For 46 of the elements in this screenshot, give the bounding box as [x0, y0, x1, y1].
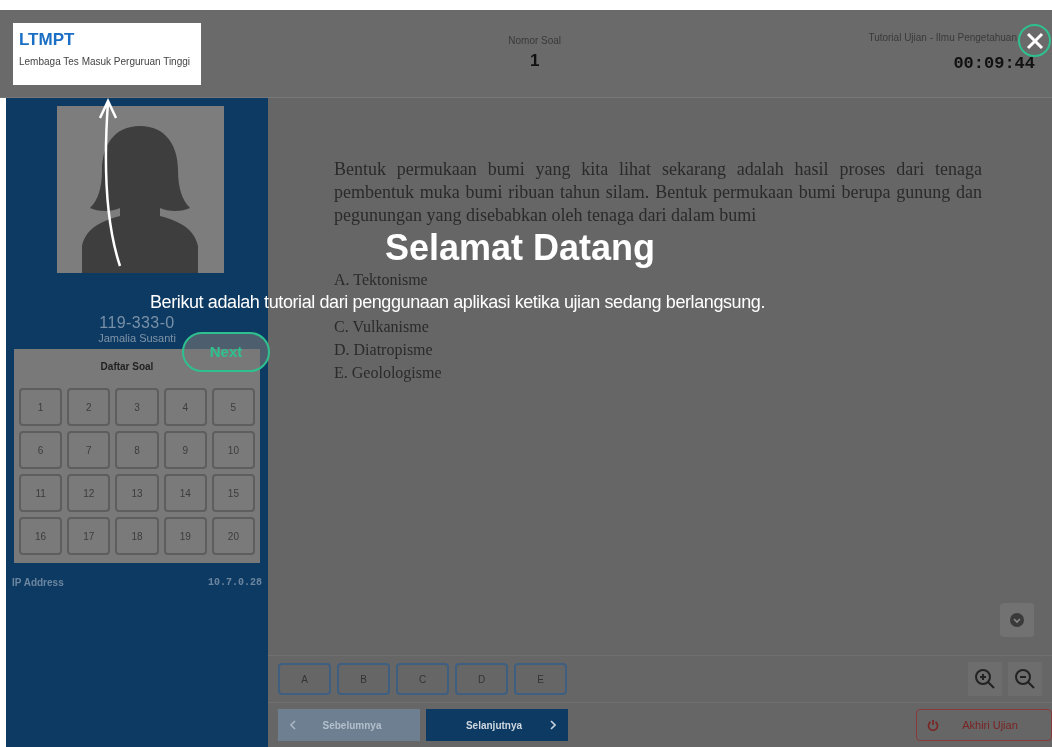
zoom-out-icon — [1014, 668, 1036, 690]
logo-subtitle: Lembaga Tes Masuk Perguruan Tinggi — [19, 54, 192, 69]
question-number-button[interactable]: 19 — [163, 517, 207, 555]
question-number-button[interactable]: 1 — [19, 388, 63, 426]
question-list-title: Daftar Soal — [100, 360, 154, 374]
answer-option: A. Tektonisme — [334, 268, 986, 291]
question-number-button[interactable]: 16 — [19, 517, 63, 555]
question-text: Bentuk permukaan bumi yang kita lihat sekarang adalah hasil proses dari tenaga pembentuk muka bumi ribuan tahun silam. Bentuk permukaan bumi berupa gunung dan pegunungan yang disebabkan oleh tenaga dari dalam bumi — [334, 158, 982, 227]
end-exam-button[interactable]: Akhiri Ujian — [916, 709, 1052, 741]
ip-address: 10.7.0.28 — [208, 576, 262, 590]
participant-name: Jamalia Susanti — [98, 332, 176, 345]
question-number-button[interactable]: 17 — [67, 517, 111, 555]
timer: 00:09:44 — [953, 53, 1035, 76]
question-number-button[interactable]: 15 — [211, 474, 255, 512]
chevron-down-icon — [1010, 613, 1024, 627]
tutorial-next-button[interactable]: Next — [182, 332, 270, 372]
logo-title: LTMPT — [19, 28, 76, 50]
question-number-button[interactable]: 2 — [67, 388, 111, 426]
question-number-button[interactable]: 4 — [163, 388, 207, 426]
zoom-in-icon — [974, 668, 996, 690]
tutorial-title: Selamat Datang — [385, 230, 656, 266]
scroll-down-button[interactable] — [1000, 603, 1034, 637]
next-question-button[interactable]: Selanjutnya — [426, 709, 568, 741]
question-number-button[interactable]: 12 — [67, 474, 111, 512]
close-icon — [1025, 31, 1044, 50]
question-number: 1 — [529, 50, 540, 73]
ip-address-label: IP Address — [12, 576, 64, 590]
question-number-button[interactable]: 14 — [163, 474, 207, 512]
zoom-out-button[interactable] — [1008, 662, 1042, 696]
zoom-in-button[interactable] — [968, 662, 1002, 696]
question-number-button[interactable]: 5 — [211, 388, 255, 426]
chevron-left-icon — [290, 720, 296, 730]
answer-option: D. Diatropisme — [334, 338, 986, 361]
answer-option: C. Vulkanisme — [334, 315, 986, 338]
question-number-button[interactable]: 8 — [115, 431, 159, 469]
power-icon — [927, 719, 939, 731]
question-number-button[interactable]: 10 — [211, 431, 255, 469]
avatar-silhouette-icon — [56, 106, 224, 273]
chevron-right-icon — [550, 720, 556, 730]
participant-id: 119-333-0 — [99, 314, 175, 332]
answer-option: E. Geolologisme — [334, 361, 986, 384]
question-number-button[interactable]: 3 — [115, 388, 159, 426]
question-number-button[interactable]: 11 — [19, 474, 63, 512]
question-number-button[interactable]: 13 — [115, 474, 159, 512]
question-number-button[interactable]: 18 — [115, 517, 159, 555]
question-number-button[interactable]: 7 — [67, 431, 111, 469]
